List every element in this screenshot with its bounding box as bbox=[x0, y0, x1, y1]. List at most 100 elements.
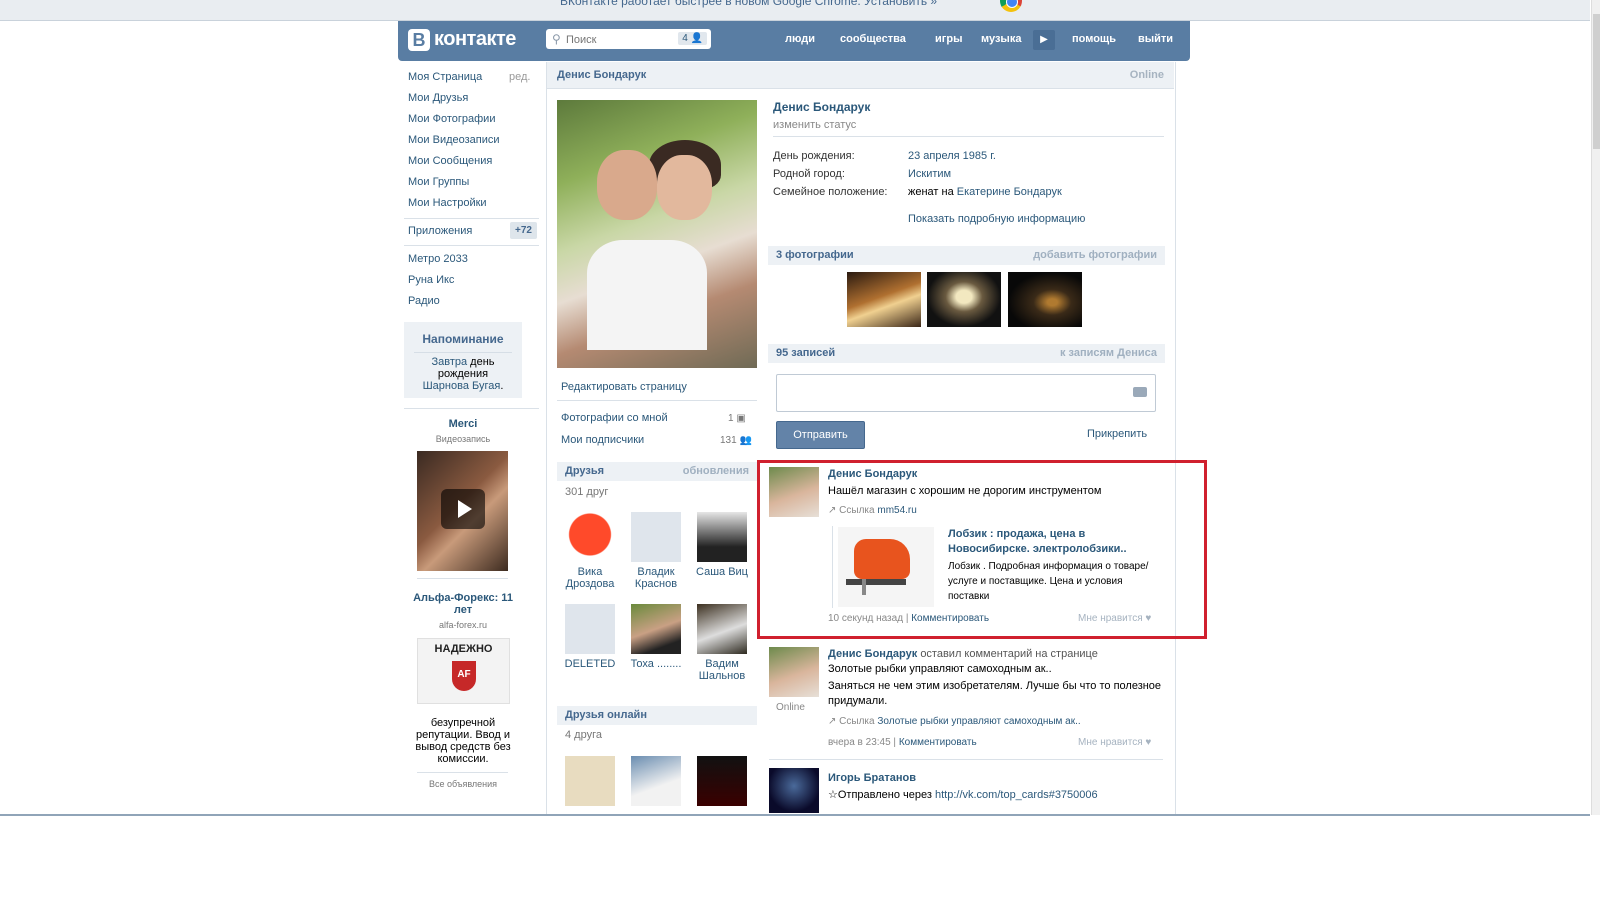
friend-card[interactable]: Вика Дроздова bbox=[559, 512, 621, 590]
snippet-title[interactable]: Лобзик : продажа, цена в Новосибирске. э… bbox=[948, 527, 1158, 557]
search-input[interactable] bbox=[564, 31, 678, 49]
vk-logo-icon[interactable]: В bbox=[408, 29, 430, 51]
photo-thumbnail[interactable] bbox=[1008, 272, 1082, 327]
nav-logout[interactable]: выйти bbox=[1138, 33, 1173, 45]
profile-photo[interactable] bbox=[557, 100, 757, 368]
photos-title: 3 фотографии bbox=[776, 249, 854, 261]
add-photos-link[interactable]: добавить фотографии bbox=[1033, 249, 1157, 261]
to-posts-link[interactable]: к записям Дениса bbox=[1060, 347, 1157, 359]
menu-my-videos[interactable]: Мои Видеозаписи bbox=[408, 134, 500, 146]
window-bottom-border bbox=[0, 814, 1590, 816]
post-author-avatar[interactable] bbox=[769, 647, 819, 697]
menu-my-settings[interactable]: Мои Настройки bbox=[408, 197, 487, 209]
birthday-value[interactable]: 23 апреля 1985 г. bbox=[908, 150, 996, 162]
menu-my-messages[interactable]: Мои Сообщения bbox=[408, 155, 492, 167]
like-button[interactable]: Мне нравится ♥ bbox=[1078, 737, 1151, 748]
post-time[interactable]: 10 секунд назад bbox=[828, 613, 903, 624]
ad-logo-text: НАДЕЖНО bbox=[434, 643, 493, 655]
reminder-person-link[interactable]: Шарнова Бугая bbox=[423, 380, 501, 392]
post-time[interactable]: вчера в 23:45 bbox=[828, 737, 891, 748]
comment-link[interactable]: Комментировать bbox=[899, 737, 977, 748]
menu-my-photos[interactable]: Мои Фотографии bbox=[408, 113, 495, 125]
friend-card[interactable]: DELETED bbox=[559, 604, 621, 670]
edit-page-link[interactable]: Редактировать страницу bbox=[561, 381, 687, 393]
ad-title-alfa[interactable]: Альфа-Форекс: 11 лет bbox=[404, 592, 522, 616]
nav-communities[interactable]: сообщества bbox=[840, 33, 906, 45]
banner-text[interactable]: ВКонтакте работает быстрее в новом Googl… bbox=[560, 0, 937, 8]
menu-apps[interactable]: Приложения bbox=[408, 225, 472, 237]
all-ads-link[interactable]: Все объявления bbox=[404, 779, 522, 789]
ad-alfa-text[interactable]: безупречной репутации. Ввод и вывод сред… bbox=[404, 717, 522, 765]
friend-card[interactable]: Тоха ........ bbox=[625, 604, 687, 670]
logo-text[interactable]: контакте bbox=[434, 28, 516, 51]
online-friend-avatar[interactable] bbox=[631, 756, 681, 806]
reminder-tomorrow-link[interactable]: Завтра bbox=[431, 356, 467, 368]
online-status: Online bbox=[1129, 69, 1164, 81]
hometown-value[interactable]: Искитим bbox=[908, 168, 951, 180]
show-details-link[interactable]: Показать подробную информацию bbox=[908, 213, 1085, 225]
online-friends-title: Друзья онлайн bbox=[565, 709, 647, 721]
spouse-link[interactable]: Екатерине Бондарук bbox=[957, 186, 1062, 198]
menu-edit-link[interactable]: ред. bbox=[509, 71, 530, 83]
nav-people[interactable]: люди bbox=[785, 33, 815, 45]
post-author-avatar[interactable] bbox=[769, 768, 819, 813]
apps-count-badge[interactable]: +72 bbox=[510, 222, 537, 239]
ad-title-merci[interactable]: Merci bbox=[404, 418, 522, 430]
search-box[interactable]: ⚲ 4 👤 bbox=[546, 29, 711, 49]
scrollbar[interactable] bbox=[1591, 0, 1600, 815]
post-link[interactable]: mm54.ru bbox=[877, 505, 916, 516]
post-link[interactable]: http://vk.com/top_cards#3750006 bbox=[935, 789, 1098, 801]
post-text: ☆Отправлено через http://vk.com/top_card… bbox=[828, 789, 1098, 801]
friends-header[interactable]: Друзья обновления bbox=[557, 462, 757, 481]
snippet-image[interactable] bbox=[838, 527, 934, 607]
menu-my-page[interactable]: Моя Страница bbox=[408, 71, 482, 83]
post-author[interactable]: Денис Бондарук bbox=[828, 648, 917, 660]
post-header: Денис Бондарук оставил комментарий на ст… bbox=[828, 648, 1098, 660]
post-link[interactable]: Золотые рыбки управляют самоходным ак.. bbox=[877, 716, 1080, 727]
change-status-link[interactable]: изменить статус bbox=[773, 119, 856, 131]
camera-icon[interactable] bbox=[1133, 387, 1147, 397]
wall-header[interactable]: 95 записей к записям Дениса bbox=[768, 344, 1165, 363]
friend-avatar bbox=[631, 604, 681, 654]
photos-header[interactable]: 3 фотографии добавить фотографии bbox=[768, 246, 1165, 265]
post-author[interactable]: Игорь Братанов bbox=[828, 772, 916, 784]
nav-music[interactable]: музыка bbox=[981, 33, 1021, 45]
photos-with-me-link[interactable]: Фотографии со мной bbox=[561, 412, 668, 424]
friends-updates-link[interactable]: обновления bbox=[683, 465, 749, 477]
music-play-icon[interactable]: ▶ bbox=[1033, 30, 1055, 50]
friend-card[interactable]: Саша Виц bbox=[691, 512, 753, 578]
menu-my-friends[interactable]: Мои Друзья bbox=[408, 92, 468, 104]
menu-my-groups[interactable]: Мои Группы bbox=[408, 176, 469, 188]
ad-video-thumbnail[interactable] bbox=[417, 451, 508, 571]
photo-thumbnail[interactable] bbox=[847, 272, 921, 327]
scrollbar-thumb[interactable] bbox=[1593, 14, 1600, 149]
ad-divider bbox=[417, 772, 508, 773]
wall-count: 95 записей bbox=[776, 347, 836, 359]
chrome-banner: ВКонтакте работает быстрее в новом Googl… bbox=[0, 0, 1590, 21]
subscribers-count: 131 👥 bbox=[720, 435, 752, 446]
attach-link[interactable]: Прикрепить bbox=[1087, 428, 1147, 440]
online-friend-avatar[interactable] bbox=[697, 756, 747, 806]
photo-thumbnail[interactable] bbox=[927, 272, 1001, 327]
post-author-avatar[interactable] bbox=[769, 467, 819, 517]
friend-card[interactable]: Вадим Шальнов bbox=[691, 604, 753, 682]
like-button[interactable]: Мне нравится ♥ bbox=[1078, 613, 1151, 624]
comment-link[interactable]: Комментировать bbox=[911, 613, 989, 624]
online-friend-avatar[interactable] bbox=[565, 756, 615, 806]
friend-card[interactable]: Владик Краснов bbox=[625, 512, 687, 590]
menu-app-radio[interactable]: Радио bbox=[408, 295, 440, 307]
ad-alfa-logo[interactable]: НАДЕЖНО AF bbox=[417, 638, 510, 704]
nav-games[interactable]: игры bbox=[935, 33, 962, 45]
subscribers-link[interactable]: Мои подписчики bbox=[561, 434, 644, 446]
friend-name: Вика Дроздова bbox=[565, 566, 615, 590]
send-button[interactable]: Отправить bbox=[776, 421, 865, 449]
post-target-link[interactable]: Золотые рыбки управляют самоходным ак.. bbox=[828, 662, 1052, 677]
menu-app-metro[interactable]: Метро 2033 bbox=[408, 253, 468, 265]
menu-app-runa[interactable]: Руна Икс bbox=[408, 274, 454, 286]
wall-post-input[interactable] bbox=[776, 374, 1156, 412]
post-author[interactable]: Денис Бондарук bbox=[828, 468, 917, 480]
reminder-end: . bbox=[500, 380, 504, 392]
nav-help[interactable]: помощь bbox=[1072, 33, 1116, 45]
site-header: В контакте ⚲ 4 👤 люди сообщества игры му… bbox=[398, 21, 1190, 61]
online-friends-header[interactable]: Друзья онлайн bbox=[557, 706, 757, 725]
